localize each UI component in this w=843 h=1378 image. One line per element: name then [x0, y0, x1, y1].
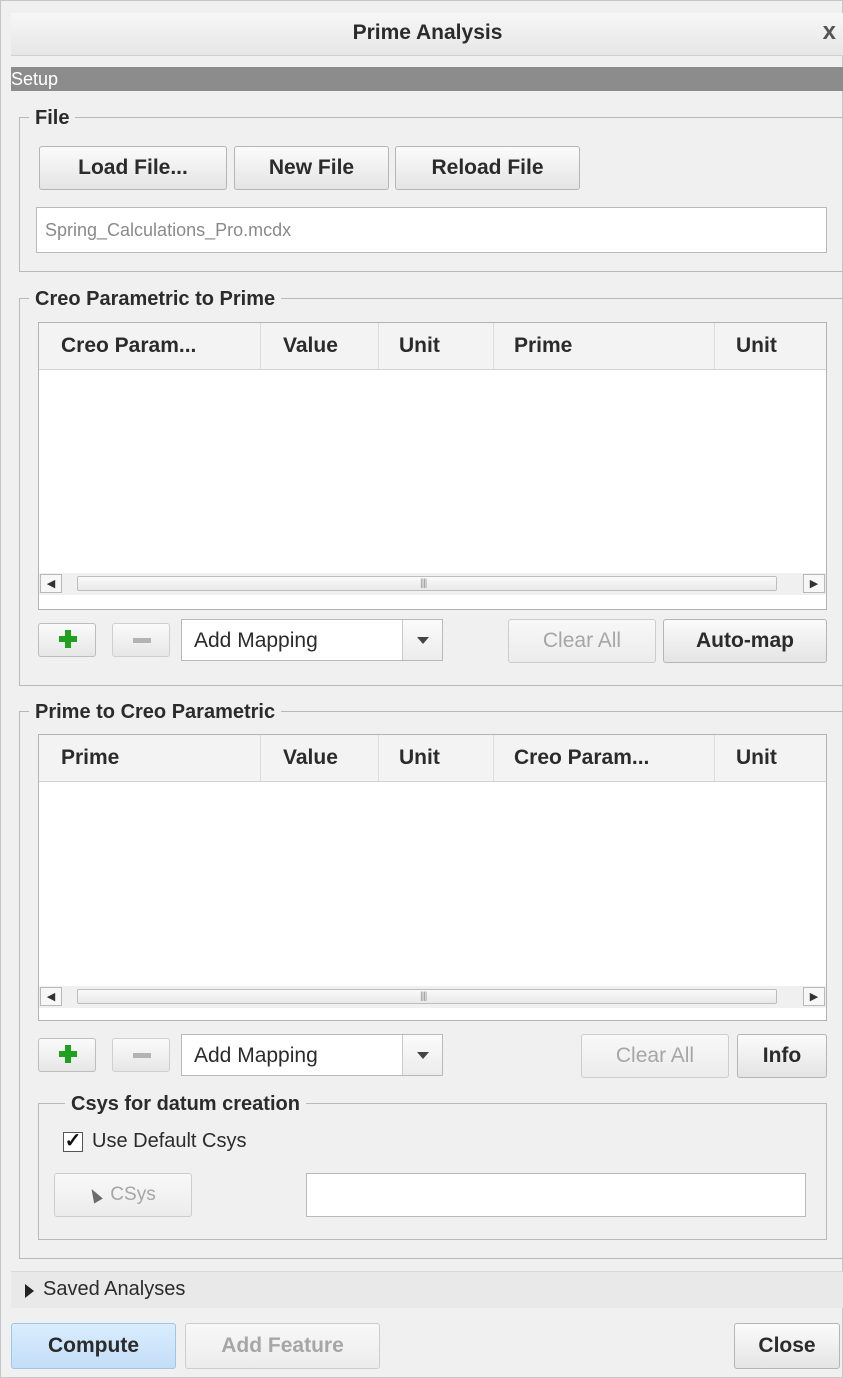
column-header[interactable]: Value	[261, 735, 379, 781]
minus-icon	[133, 1053, 151, 1058]
clear-all-button[interactable]: Clear All	[581, 1034, 729, 1078]
column-header[interactable]: Value	[261, 323, 379, 369]
column-header[interactable]: Prime	[494, 323, 715, 369]
use-default-csys-checkbox[interactable]: ✓	[63, 1130, 83, 1152]
creo-to-prime-legend: Creo Parametric to Prime	[29, 287, 282, 311]
add-mapping-value: Add Mapping	[194, 1044, 318, 1067]
column-header[interactable]: Unit	[379, 323, 494, 369]
add-mapping-row-button[interactable]	[38, 623, 96, 657]
load-file-button[interactable]: Load File...	[39, 146, 227, 190]
horizontal-scrollbar[interactable]: ◀ |||| ▶	[39, 986, 826, 1008]
checkmark-icon: ✓	[64, 1130, 82, 1152]
close-button[interactable]: Close	[734, 1323, 840, 1369]
csys-select-button[interactable]: CSys	[54, 1173, 192, 1217]
scroll-right-icon[interactable]: ▶	[803, 987, 825, 1006]
dropdown-arrow-icon[interactable]	[402, 620, 442, 660]
info-button[interactable]: Info	[737, 1034, 827, 1078]
expand-triangle-icon	[25, 1284, 34, 1298]
setup-section-header: Setup	[11, 67, 843, 91]
csys-button-label: CSys	[110, 1184, 156, 1205]
remove-mapping-row-button[interactable]	[112, 623, 170, 657]
compute-button[interactable]: Compute	[11, 1323, 176, 1369]
dropdown-arrow-icon[interactable]	[402, 1035, 442, 1075]
csys-field[interactable]	[306, 1173, 806, 1217]
column-header[interactable]: Unit	[379, 735, 494, 781]
new-file-button[interactable]: New File	[234, 146, 389, 190]
grip-icon: ||||	[420, 991, 427, 1002]
saved-analyses-label: Saved Analyses	[43, 1278, 186, 1300]
close-icon[interactable]: x	[823, 18, 836, 46]
remove-mapping-row-button[interactable]	[112, 1038, 170, 1072]
scroll-left-icon[interactable]: ◀	[40, 987, 62, 1006]
plus-icon	[59, 630, 77, 648]
auto-map-button[interactable]: Auto-map	[663, 619, 827, 663]
minus-icon	[133, 638, 151, 643]
prime-to-creo-legend: Prime to Creo Parametric	[29, 700, 282, 724]
reload-file-button[interactable]: Reload File	[395, 146, 580, 190]
table-header: Creo Param... Value Unit Prime Unit	[39, 323, 826, 370]
use-default-csys-label[interactable]: Use Default Csys	[92, 1130, 247, 1153]
horizontal-scrollbar[interactable]: ◀ |||| ▶	[39, 573, 826, 595]
file-path-field[interactable]: Spring_Calculations_Pro.mcdx	[36, 207, 827, 253]
scroll-thumb[interactable]: ||||	[77, 576, 777, 591]
add-mapping-select[interactable]: Add Mapping	[181, 619, 443, 661]
column-header[interactable]: Creo Param...	[39, 323, 261, 369]
add-mapping-select[interactable]: Add Mapping	[181, 1034, 443, 1076]
table-header: Prime Value Unit Creo Param... Unit	[39, 735, 826, 782]
creo-to-prime-table[interactable]: Creo Param... Value Unit Prime Unit ◀ ||…	[38, 322, 827, 610]
prime-analysis-dialog: Prime Analysis x Setup File Load File...…	[0, 0, 843, 1378]
add-mapping-row-button[interactable]	[38, 1038, 96, 1072]
column-header[interactable]: Prime	[39, 735, 261, 781]
dialog-title: Prime Analysis	[352, 21, 503, 44]
csys-group	[38, 1103, 827, 1240]
scroll-right-icon[interactable]: ▶	[803, 574, 825, 593]
prime-to-creo-table[interactable]: Prime Value Unit Creo Param... Unit ◀ ||…	[38, 734, 827, 1021]
add-feature-button[interactable]: Add Feature	[185, 1323, 380, 1369]
scroll-thumb[interactable]: ||||	[77, 989, 777, 1004]
csys-group-legend: Csys for datum creation	[65, 1092, 306, 1116]
setup-label: Setup	[11, 69, 59, 89]
plus-icon	[59, 1045, 77, 1063]
grip-icon: ||||	[420, 578, 427, 589]
column-header[interactable]: Unit	[715, 323, 823, 369]
cursor-arrow-icon	[87, 1186, 104, 1204]
column-header[interactable]: Unit	[715, 735, 823, 781]
add-mapping-value: Add Mapping	[194, 629, 318, 652]
scroll-left-icon[interactable]: ◀	[40, 574, 62, 593]
saved-analyses-header[interactable]: Saved Analyses	[11, 1271, 843, 1308]
clear-all-button[interactable]: Clear All	[508, 619, 656, 663]
column-header[interactable]: Creo Param...	[494, 735, 715, 781]
file-group-legend: File	[29, 106, 76, 130]
title-bar: Prime Analysis x	[11, 13, 843, 56]
